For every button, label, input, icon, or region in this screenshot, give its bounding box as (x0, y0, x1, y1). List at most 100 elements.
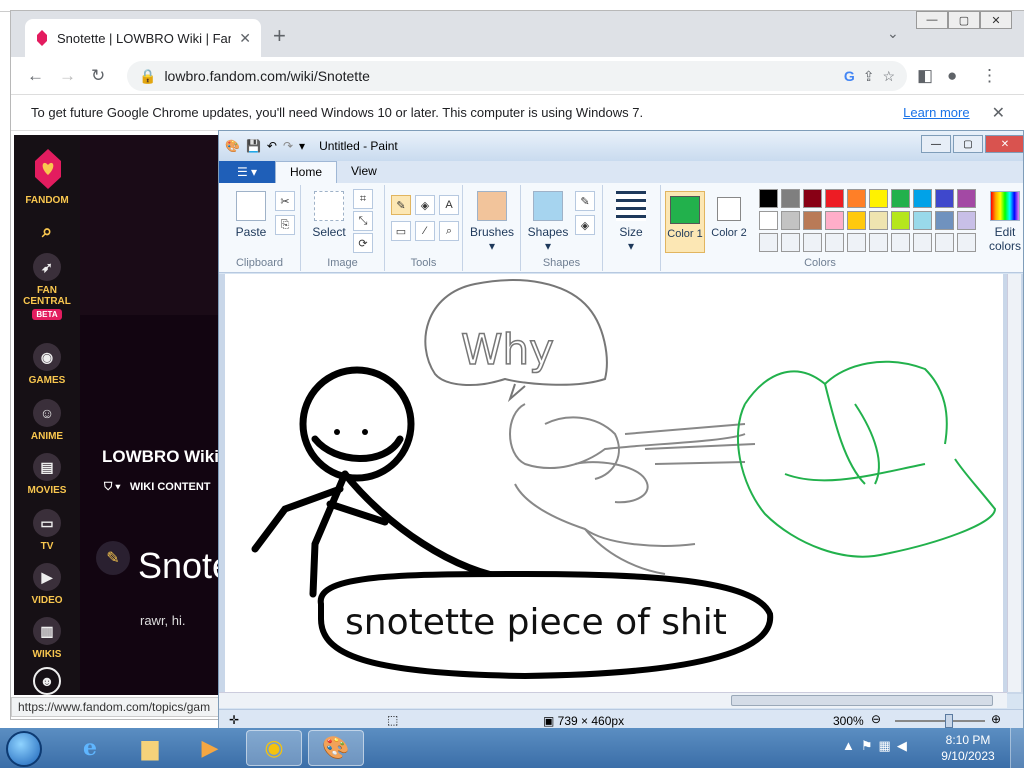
anime-nav[interactable]: ☺ ANIME (14, 399, 80, 442)
media-player-icon[interactable]: ▶ (182, 730, 238, 766)
text-tool-icon[interactable]: A (439, 195, 459, 215)
edit-colors-button[interactable]: Edit colors (987, 191, 1023, 253)
color-swatch[interactable] (803, 189, 822, 208)
share-icon[interactable]: ⇪ (863, 68, 875, 85)
network-icon[interactable]: ▦ (879, 738, 891, 754)
profile-avatar-icon[interactable]: ● (947, 66, 957, 86)
tv-nav[interactable]: ▭ TV (14, 509, 80, 552)
resize-icon[interactable]: ⤡ (353, 211, 373, 231)
color-swatch[interactable] (781, 211, 800, 230)
url-text[interactable]: lowbro.fandom.com/wiki/Snotette (164, 68, 835, 84)
color2-button[interactable]: Color 2 (709, 191, 749, 253)
horizontal-scrollbar[interactable] (219, 692, 1007, 708)
fan-central-nav[interactable]: ➶ FAN CENTRAL BETA (14, 253, 80, 320)
close-window-button[interactable]: ✕ (980, 11, 1012, 29)
empty-color-swatch[interactable] (935, 233, 954, 252)
color-swatch[interactable] (825, 189, 844, 208)
magnifier-icon[interactable]: ⌕ (439, 221, 459, 241)
back-arrow-icon[interactable]: ← (27, 66, 44, 86)
outline-icon[interactable]: ✎ (575, 191, 595, 211)
color-swatch[interactable] (913, 211, 932, 230)
color-swatch[interactable] (869, 189, 888, 208)
paint-taskbar-icon[interactable]: 🎨 (308, 730, 364, 766)
wiki-title[interactable]: LOWBRO Wiki (102, 447, 219, 467)
chrome-taskbar-icon[interactable]: ◉ (246, 730, 302, 766)
cut-icon[interactable]: ✂ (275, 191, 295, 211)
vertical-scrollbar[interactable] (1007, 274, 1021, 692)
color-swatch[interactable] (759, 211, 778, 230)
undo-icon[interactable]: ↶ (267, 139, 277, 153)
color-swatch[interactable] (891, 189, 910, 208)
redo-icon[interactable]: ↷ (283, 139, 293, 153)
color-swatch[interactable] (847, 211, 866, 230)
color-picker-icon[interactable]: ⁄ (415, 221, 435, 241)
bookmark-star-icon[interactable]: ☆ (882, 68, 895, 85)
browser-tab[interactable]: Snotette | LOWBRO Wiki | Fandom ✕ (25, 19, 261, 57)
taskbar-clock[interactable]: 8:10 PM 9/10/2023 (936, 732, 1000, 764)
file-explorer-icon[interactable]: ▆ (122, 730, 178, 766)
search-icon[interactable]: ⌕ (14, 217, 80, 249)
edit-pencil-icon[interactable]: ✎ (96, 541, 130, 575)
empty-color-swatch[interactable] (891, 233, 910, 252)
empty-color-swatch[interactable] (869, 233, 888, 252)
internet-explorer-icon[interactable]: e (62, 730, 118, 766)
color-swatch[interactable] (759, 189, 778, 208)
select-button[interactable]: Select (309, 191, 349, 239)
drawing-canvas[interactable]: Why snotette piece of shit (225, 274, 1003, 692)
empty-color-swatch[interactable] (957, 233, 976, 252)
paint-file-menu-button[interactable]: ☰ ▾ (219, 161, 275, 183)
paint-maximize-button[interactable]: ▢ (953, 135, 983, 153)
learn-more-link[interactable]: Learn more (903, 105, 969, 120)
save-icon[interactable]: 💾 (246, 139, 261, 153)
empty-color-swatch[interactable] (825, 233, 844, 252)
chevron-down-icon[interactable]: ⌄ (887, 25, 899, 42)
maximize-button[interactable]: ▢ (948, 11, 980, 29)
tray-expand-icon[interactable]: ▲ (842, 738, 855, 754)
reload-icon[interactable]: ↻ (91, 66, 105, 86)
account-icon[interactable]: ☻ (14, 667, 80, 695)
video-nav[interactable]: ▶ VIDEO (14, 563, 80, 606)
zoom-slider[interactable] (895, 714, 985, 728)
wiki-content-nav[interactable]: ⛉ ▾ WIKI CONTENT (104, 481, 211, 494)
forward-arrow-icon[interactable]: → (59, 66, 76, 86)
google-icon[interactable]: G (844, 68, 855, 84)
movies-nav[interactable]: ▤ MOVIES (14, 453, 80, 496)
horizontal-scroll-thumb[interactable] (731, 695, 993, 706)
quick-access-dropdown-icon[interactable]: ▾ (299, 139, 305, 153)
shapes-button[interactable]: Shapes ▾ (525, 191, 571, 253)
tab-home[interactable]: Home (275, 161, 338, 183)
pencil-icon[interactable]: ✎ (391, 195, 411, 215)
color-swatch[interactable] (935, 189, 954, 208)
copy-icon[interactable]: ⎘ (275, 215, 295, 235)
empty-color-swatch[interactable] (847, 233, 866, 252)
color-swatch[interactable] (781, 189, 800, 208)
color-swatch[interactable] (869, 211, 888, 230)
volume-icon[interactable]: ◀ (897, 738, 907, 754)
brushes-button[interactable]: Brushes ▾ (469, 191, 515, 253)
side-panel-icon[interactable]: ◧ (917, 66, 933, 86)
fandom-logo-label[interactable]: FANDOM (14, 195, 80, 206)
color-swatch[interactable] (957, 189, 976, 208)
paste-button[interactable]: Paste (229, 191, 273, 239)
zoom-in-icon[interactable]: ⊕ (991, 712, 1001, 726)
crop-icon[interactable]: ⌗ (353, 189, 373, 209)
empty-color-swatch[interactable] (781, 233, 800, 252)
eraser-icon[interactable]: ▭ (391, 221, 411, 241)
empty-color-swatch[interactable] (803, 233, 822, 252)
minimize-button[interactable]: — (916, 11, 948, 29)
paint-app-icon[interactable]: 🎨 (225, 139, 240, 153)
fandom-logo-icon[interactable] (31, 147, 65, 191)
new-tab-button[interactable]: + (273, 25, 286, 47)
action-center-flag-icon[interactable]: ⚑ (861, 738, 873, 754)
lock-icon[interactable]: 🔒 (139, 68, 156, 85)
start-button[interactable] (6, 731, 42, 767)
paint-close-button[interactable]: ✕ (985, 135, 1023, 153)
tab-view[interactable]: View (337, 161, 391, 183)
color-swatch[interactable] (825, 211, 844, 230)
menu-dots-icon[interactable]: ⋮ (981, 66, 998, 86)
color-swatch[interactable] (891, 211, 910, 230)
close-tab-icon[interactable]: ✕ (239, 30, 251, 47)
zoom-slider-thumb[interactable] (945, 714, 953, 728)
close-infobar-icon[interactable]: ✕ (992, 103, 1005, 123)
games-nav[interactable]: ◉ GAMES (14, 343, 80, 386)
